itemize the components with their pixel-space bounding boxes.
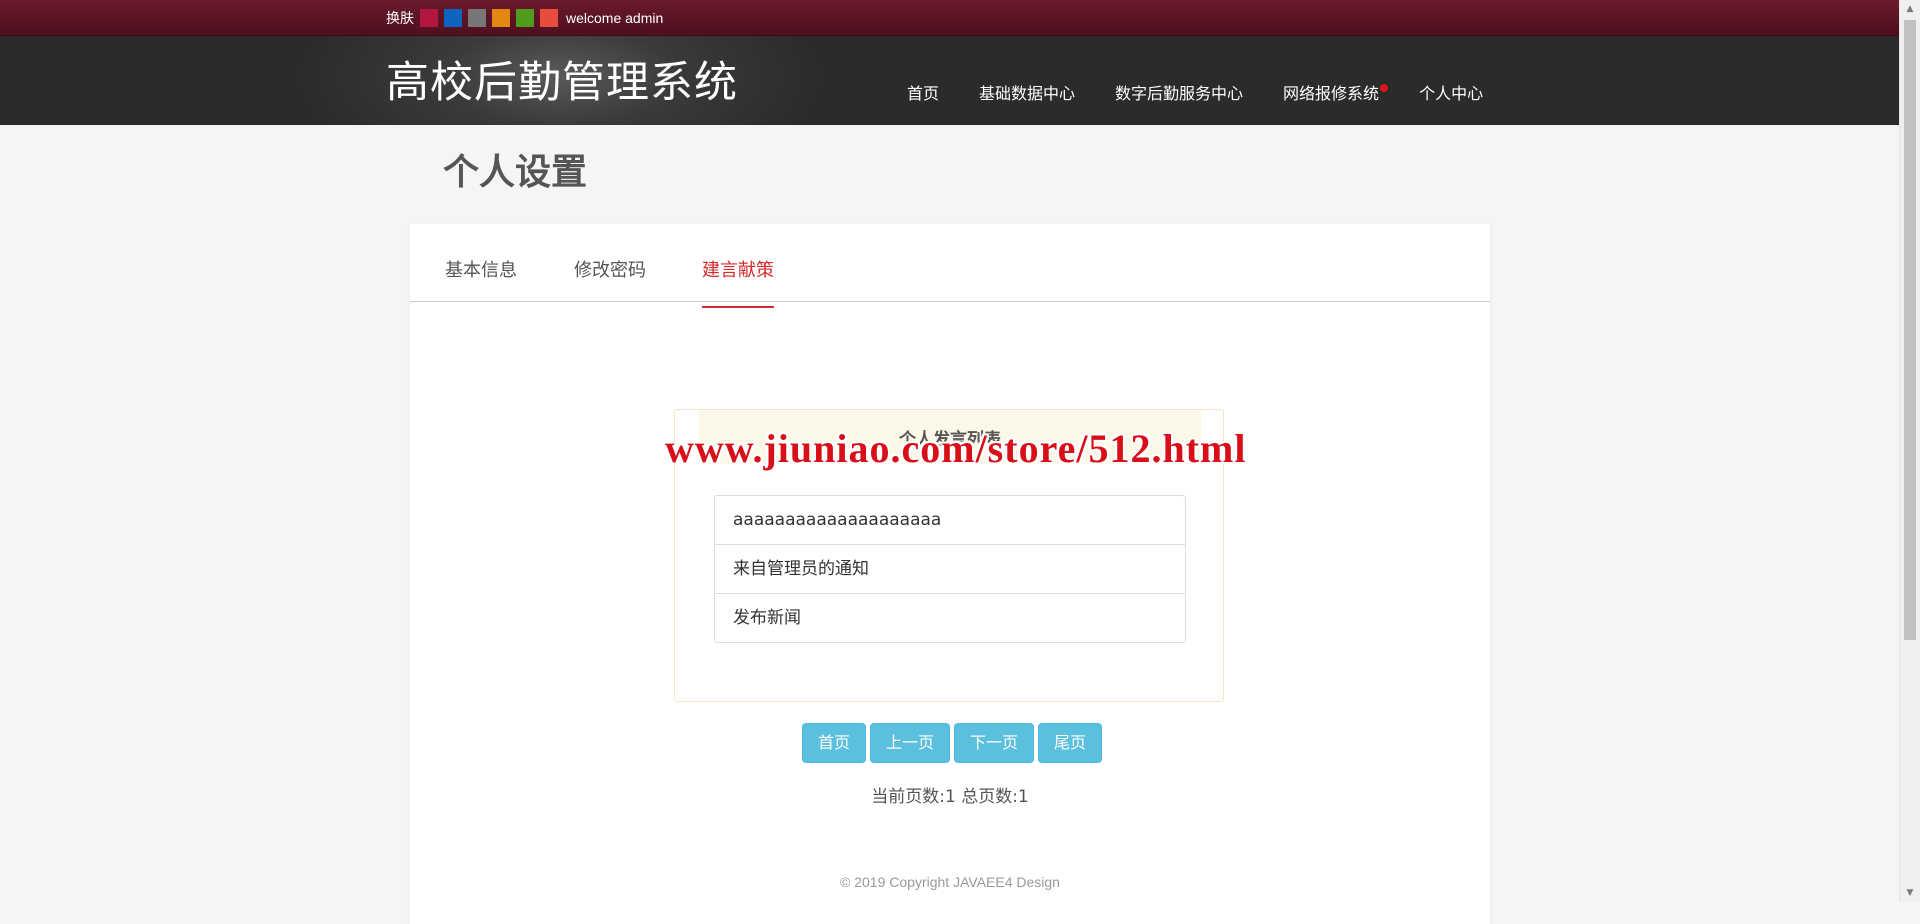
last-page-button[interactable]: 尾页 [1038, 723, 1103, 763]
skin-bar: 换肤 welcome admin [0, 0, 1900, 36]
list-item[interactable]: 来自管理员的通知 [715, 545, 1185, 594]
scroll-down-icon[interactable]: ▼ [1900, 884, 1920, 902]
tab-suggestions[interactable]: 建言献策 [702, 256, 774, 308]
post-list: aaaaaaaaaaaaaaaaaaaa 来自管理员的通知 发布新闻 [714, 495, 1186, 643]
settings-card: 基本信息 修改密码 建言献策 个人发言列表 aaaaaaaaaaaaaaaaaa… [410, 224, 1490, 924]
scrollbar[interactable]: ▲ ▼ [1899, 0, 1920, 902]
copyright: © 2019 Copyright JAVAEE4 Design [840, 874, 1060, 890]
nav-item-personal-center[interactable]: 个人中心 [1419, 80, 1483, 104]
pagination: 首页 上一页 下一页 尾页 [802, 723, 1106, 763]
tab-basic-info[interactable]: 基本信息 [445, 256, 517, 306]
prev-page-button[interactable]: 上一页 [870, 723, 951, 763]
nav-item-repair-label: 网络报修系统 [1283, 84, 1380, 103]
nav-item-digital-service[interactable]: 数字后勤服务中心 [1115, 80, 1243, 104]
list-item[interactable]: 发布新闻 [715, 594, 1185, 642]
skin-swatch-blue[interactable] [444, 9, 462, 27]
list-item[interactable]: aaaaaaaaaaaaaaaaaaaa [715, 496, 1185, 545]
nav-item-home[interactable]: 首页 [907, 80, 939, 104]
nav-item-base-data[interactable]: 基础数据中心 [979, 80, 1075, 104]
scroll-thumb[interactable] [1904, 20, 1916, 640]
site-header: 高校后勤管理系统 首页 基础数据中心 数字后勤服务中心 网络报修系统 个人中心 [0, 36, 1900, 125]
next-page-button[interactable]: 下一页 [954, 723, 1035, 763]
watermark: www.jiuniao.com/store/512.html [665, 426, 1247, 471]
page-info: 当前页数:1 总页数:1 [871, 787, 1029, 807]
skin-swatch-red[interactable] [420, 9, 438, 27]
scroll-up-icon[interactable]: ▲ [1900, 0, 1920, 18]
site-title: 高校后勤管理系统 [386, 58, 738, 108]
skin-swatch-gray[interactable] [468, 9, 486, 27]
tab-change-password[interactable]: 修改密码 [574, 256, 646, 306]
skin-swatch-green[interactable] [516, 9, 534, 27]
skin-label: 换肤 [386, 11, 414, 27]
welcome-text: welcome admin [566, 10, 664, 26]
notification-dot [1380, 84, 1389, 92]
page-title: 个人设置 [443, 152, 588, 193]
main-nav: 首页 基础数据中心 数字后勤服务中心 网络报修系统 个人中心 [907, 80, 1483, 104]
skin-swatch-coral[interactable] [540, 9, 558, 27]
first-page-button[interactable]: 首页 [802, 723, 867, 763]
tab-bar: 基本信息 修改密码 建言献策 [410, 224, 1490, 308]
skin-swatch-orange[interactable] [492, 9, 510, 27]
nav-item-repair-system[interactable]: 网络报修系统 [1283, 80, 1389, 104]
